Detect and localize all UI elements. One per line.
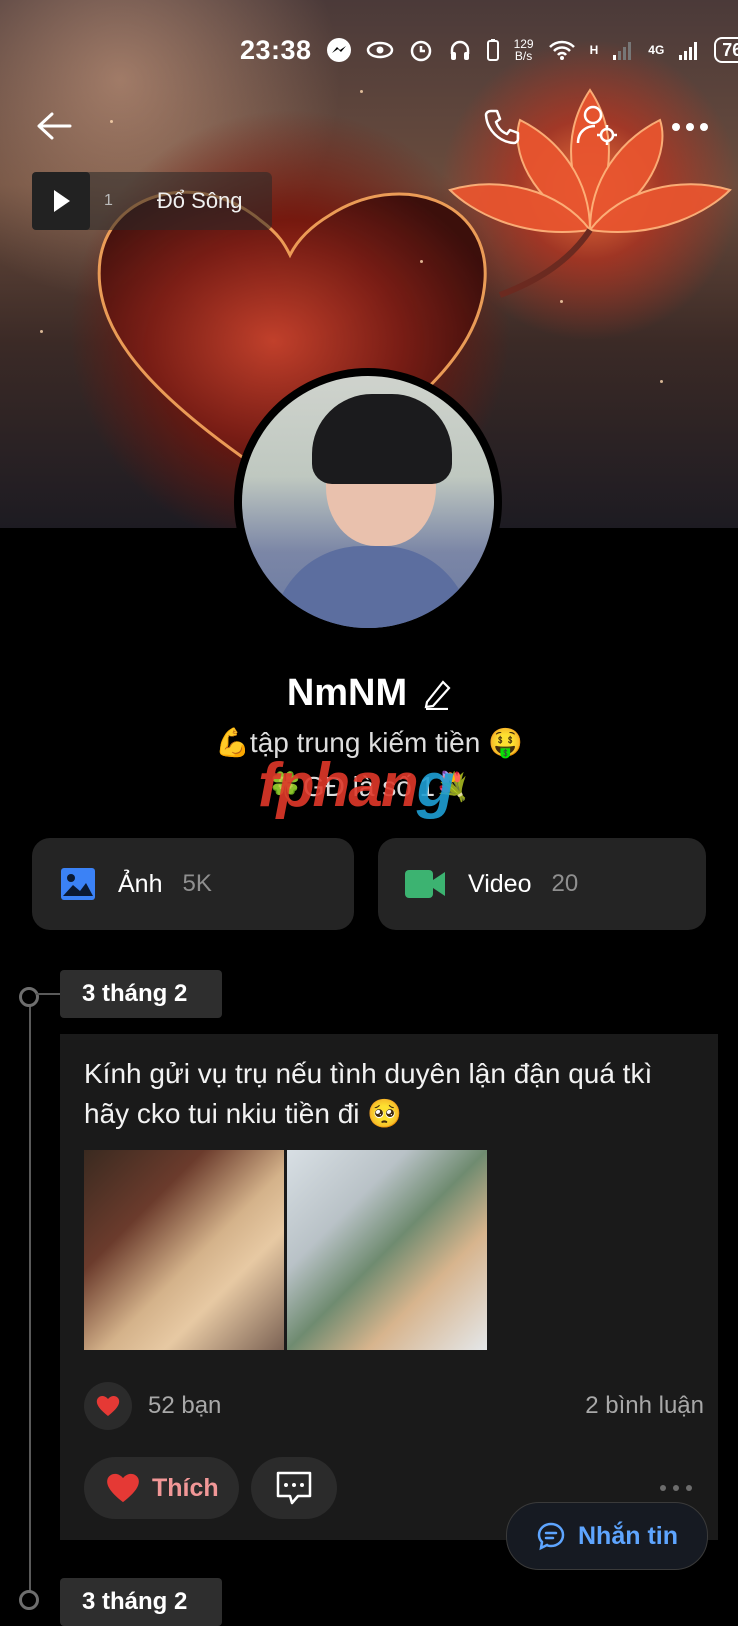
post-text: Kính gửi vụ trụ nếu tình duyên lận đận q… (84, 1058, 653, 1129)
messenger-icon (326, 38, 351, 62)
network-speed-unit: B/s (514, 49, 533, 63)
music-index: 1 (104, 192, 113, 209)
status-bar: 23:38 129 B/s H 4G 76 (240, 30, 738, 70)
chat-bubble-icon (537, 1522, 565, 1551)
avatar-photo (242, 376, 494, 628)
send-message-button[interactable]: Nhắn tin (506, 1502, 708, 1570)
send-message-label: Nhắn tin (578, 1521, 678, 1550)
timeline-line (29, 995, 31, 1600)
music-title: Đổ Sông (156, 188, 243, 213)
edit-icon[interactable] (423, 678, 451, 710)
reaction-heart-icon[interactable] (84, 1382, 132, 1430)
timeline-dot-2 (19, 1590, 39, 1610)
back-arrow-icon (37, 112, 72, 140)
battery-indicator: 76 (714, 37, 738, 63)
alarm-icon (410, 40, 431, 62)
like-button[interactable]: Thích (84, 1457, 239, 1519)
music-play-icon[interactable] (32, 172, 90, 230)
user-settings-icon (576, 105, 617, 145)
signal-label-4g: 4G (648, 43, 665, 57)
headphones-icon (450, 40, 469, 60)
timeline-date: 3 tháng 2 (60, 970, 222, 1018)
comment-icon (276, 1471, 311, 1505)
timeline-date-2: 3 tháng 2 (60, 1578, 222, 1626)
sparkle (560, 300, 563, 303)
timeline-dot (19, 987, 39, 1007)
signal-icon (613, 42, 632, 60)
sparkle (110, 120, 113, 123)
heart-icon (96, 1396, 120, 1416)
wifi-icon (548, 40, 575, 60)
more-icon (672, 123, 708, 131)
avatar-hair (312, 394, 452, 484)
status-time: 23:38 (240, 34, 312, 65)
comments-count[interactable]: 2 bình luận (585, 1392, 704, 1420)
sparkle (660, 380, 663, 383)
like-button-label: Thích (152, 1473, 219, 1502)
videos-label: Video (468, 869, 532, 898)
photo-icon (61, 868, 95, 900)
sparkle (360, 90, 363, 93)
timeline-tick (36, 993, 60, 995)
photos-card[interactable]: Ảnh 5K (32, 838, 354, 930)
phone-icon (484, 109, 520, 145)
comment-button[interactable] (250, 1457, 337, 1519)
videos-card[interactable]: Video 20 (378, 838, 706, 930)
more-options-button[interactable] (670, 112, 710, 142)
videos-count: 20 (551, 870, 579, 897)
eye-icon (366, 41, 393, 59)
signal-icon-2 (679, 42, 698, 60)
feed-post[interactable]: Kính gửi vụ trụ nếu tình duyên lận đận q… (60, 1034, 718, 1540)
call-button[interactable] (480, 104, 524, 148)
signal-label-h: H (589, 43, 599, 57)
likes-count[interactable]: 52 bạn (148, 1392, 221, 1420)
avatar-shirt (272, 546, 472, 628)
battery-saver-icon (486, 39, 499, 61)
profile-name: NmNM (286, 672, 408, 714)
profile-music-player[interactable]: 1 Đổ Sông (32, 172, 272, 230)
photos-count: 5K (182, 870, 212, 897)
heart-icon (107, 1473, 139, 1503)
avatar[interactable] (234, 368, 502, 636)
watermark-logo: fphang (258, 750, 455, 821)
video-icon (405, 870, 445, 898)
profile-name-row: NmNM (0, 672, 738, 715)
watermark-text-blue: g (416, 751, 455, 820)
profile-settings-button[interactable] (574, 102, 620, 148)
post-photo-1[interactable] (84, 1150, 284, 1350)
post-more-icon[interactable] (660, 1485, 692, 1491)
sparkle (420, 260, 423, 263)
sparkle (40, 330, 43, 333)
network-speed: 129 B/s (514, 38, 534, 62)
back-button[interactable] (34, 106, 74, 146)
post-photo-2[interactable] (287, 1150, 487, 1350)
photos-label: Ảnh (118, 869, 163, 898)
post-reactions-row: 52 bạn 2 bình luận (84, 1380, 704, 1432)
watermark-text-red: fphan (258, 751, 419, 820)
